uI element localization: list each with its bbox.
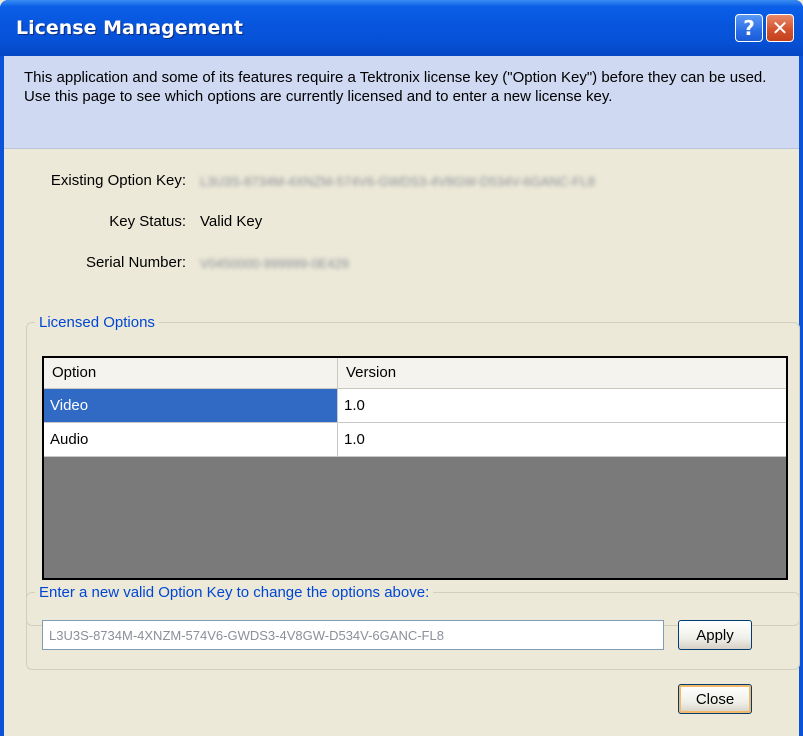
existing-key-label: Existing Option Key: xyxy=(50,172,186,189)
licensed-options-table[interactable]: Option Version Video 1.0 Audio 1.0 xyxy=(42,356,788,580)
close-button[interactable]: Close xyxy=(678,684,752,714)
serial-number-label: Serial Number: xyxy=(85,254,186,271)
title-bar[interactable]: License Management ? ✕ xyxy=(0,0,803,56)
window-title: License Management xyxy=(16,17,243,39)
window-close-button[interactable]: ✕ xyxy=(766,14,794,42)
close-icon: ✕ xyxy=(771,16,789,40)
option-key-input[interactable] xyxy=(42,620,664,650)
apply-button[interactable]: Apply xyxy=(678,620,752,650)
info-banner: This application and some of its feature… xyxy=(4,56,799,149)
column-header-option[interactable]: Option xyxy=(44,358,337,388)
license-management-window: License Management ? ✕ This application … xyxy=(0,0,803,736)
banner-text: This application and some of its feature… xyxy=(24,69,767,105)
serial-number-value: V0450000-999999-0E429 xyxy=(200,256,349,271)
key-status-value: Valid Key xyxy=(200,213,263,230)
table-header: Option Version xyxy=(44,358,786,389)
option-cell[interactable]: Video xyxy=(44,389,337,422)
option-cell[interactable]: Audio xyxy=(44,423,337,456)
key-status-label: Key Status: xyxy=(109,213,186,230)
help-icon: ? xyxy=(743,16,755,40)
help-button[interactable]: ? xyxy=(735,14,763,42)
new-key-legend: Enter a new valid Option Key to change t… xyxy=(39,584,430,601)
existing-key-value: L3U3S-8734M-4XNZM-574V6-GWDS3-4V8GW-D534… xyxy=(200,174,595,189)
version-cell[interactable]: 1.0 xyxy=(337,423,786,456)
version-cell[interactable]: 1.0 xyxy=(337,389,786,422)
dialog-body: This application and some of its feature… xyxy=(4,56,800,736)
table-row[interactable]: Audio 1.0 xyxy=(44,423,786,457)
column-header-version[interactable]: Version xyxy=(337,358,780,388)
table-row[interactable]: Video 1.0 xyxy=(44,389,786,423)
licensed-options-legend: Licensed Options xyxy=(39,314,155,331)
